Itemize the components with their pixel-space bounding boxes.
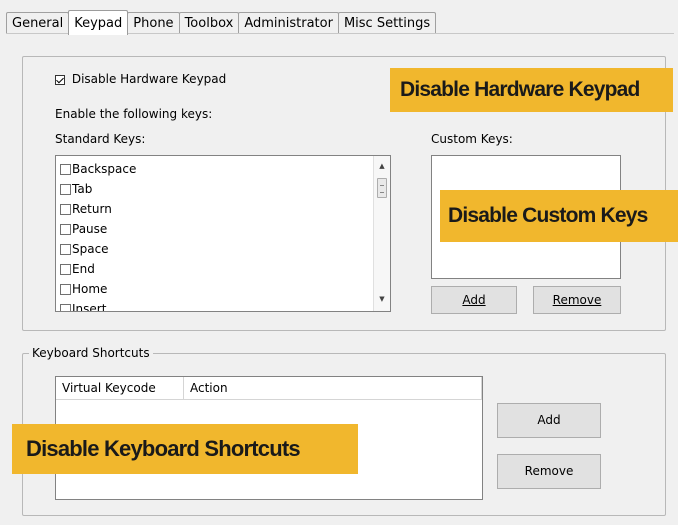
standard-keys-label: Standard Keys: <box>55 132 146 146</box>
tab-general[interactable]: General <box>6 12 70 34</box>
list-item[interactable]: Insert <box>56 299 390 312</box>
scroll-up-icon[interactable]: ▲ <box>374 158 390 174</box>
list-item-label: Home <box>72 282 108 296</box>
list-item[interactable]: Return <box>56 199 390 219</box>
list-item-label: Backspace <box>72 162 137 176</box>
standard-keys-list[interactable]: Backspace Tab Return Pause Space End Hom… <box>55 155 391 312</box>
enable-keys-label: Enable the following keys: <box>55 107 213 121</box>
checkbox-icon[interactable] <box>60 304 71 311</box>
custom-keys-remove-button[interactable]: Remove <box>533 286 621 314</box>
scroll-thumb[interactable] <box>377 178 387 198</box>
shortcuts-add-button[interactable]: Add <box>497 403 601 438</box>
button-label: Add <box>537 413 561 427</box>
tab-toolbox[interactable]: Toolbox <box>178 12 240 34</box>
column-header-virtual-keycode[interactable]: Virtual Keycode <box>56 377 184 399</box>
tab-strip: General Keypad Phone Toolbox Administrat… <box>6 10 437 35</box>
list-item[interactable]: Pause <box>56 219 390 239</box>
list-item-label: Insert <box>72 302 107 312</box>
button-label: Remove <box>552 293 602 307</box>
list-item[interactable]: Backspace <box>56 159 390 179</box>
button-label: Remove <box>524 464 574 478</box>
checkbox-icon[interactable] <box>60 284 71 295</box>
checkbox-checked-icon[interactable] <box>55 74 65 85</box>
list-item[interactable]: Tab <box>56 179 390 199</box>
checkbox-icon[interactable] <box>60 224 71 235</box>
list-item[interactable]: Home <box>56 279 390 299</box>
list-item-label: Space <box>72 242 109 256</box>
checkbox-icon[interactable] <box>60 204 71 215</box>
scroll-down-icon[interactable]: ▼ <box>374 291 390 307</box>
button-label: Add <box>462 293 486 307</box>
table-header: Virtual Keycode Action <box>56 377 482 400</box>
keyboard-shortcuts-title: Keyboard Shortcuts <box>29 346 153 360</box>
banner-disable-hardware-keypad: Disable Hardware Keypad <box>390 68 673 112</box>
vertical-scrollbar[interactable]: ▲ ▼ <box>373 156 390 311</box>
tab-misc-settings[interactable]: Misc Settings <box>337 12 437 34</box>
column-header-action[interactable]: Action <box>184 377 482 399</box>
checkbox-icon[interactable] <box>60 244 71 255</box>
disable-hardware-keypad-label: Disable Hardware Keypad <box>71 72 227 86</box>
shortcuts-remove-button[interactable]: Remove <box>497 454 601 489</box>
tab-phone[interactable]: Phone <box>127 12 180 34</box>
list-item-label: Return <box>72 202 112 216</box>
banner-disable-keyboard-shortcuts: Disable Keyboard Shortcuts <box>12 424 358 474</box>
tab-keypad[interactable]: Keypad <box>68 10 129 35</box>
tab-administrator[interactable]: Administrator <box>238 12 339 34</box>
custom-keys-add-button[interactable]: Add <box>431 286 517 314</box>
list-item[interactable]: Space <box>56 239 390 259</box>
list-item-label: Tab <box>72 182 93 196</box>
checkbox-icon[interactable] <box>60 264 71 275</box>
banner-disable-custom-keys: Disable Custom Keys <box>440 190 678 242</box>
list-item[interactable]: End <box>56 259 390 279</box>
checkbox-icon[interactable] <box>60 164 71 175</box>
list-item-label: Pause <box>72 222 108 236</box>
checkbox-icon[interactable] <box>60 184 71 195</box>
list-item-label: End <box>72 262 95 276</box>
custom-keys-label: Custom Keys: <box>431 132 513 146</box>
disable-hardware-keypad-checkbox[interactable]: Disable Hardware Keypad <box>55 72 226 86</box>
